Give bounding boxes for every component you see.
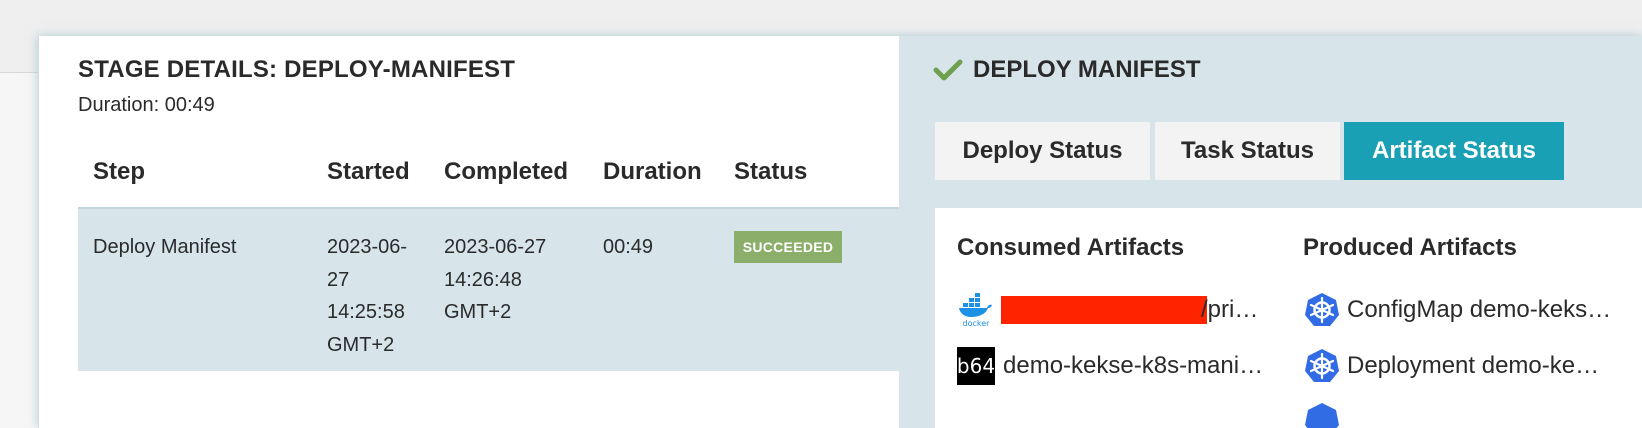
check-icon: [933, 59, 963, 81]
stage-duration: Duration: 00:49: [78, 94, 215, 116]
tab-artifact-status[interactable]: Artifact Status: [1344, 122, 1564, 180]
produced-artifacts-header: Produced Artifacts: [1303, 234, 1517, 261]
svg-text:docker: docker: [963, 319, 991, 327]
column-header-started: Started: [327, 158, 410, 185]
step-duration: 00:49: [603, 236, 654, 258]
consumed-artifacts-header: Consumed Artifacts: [957, 234, 1185, 261]
produced-artifact-item[interactable]: Deployment demo-ke…: [1303, 346, 1642, 386]
started-line: 14:25:58: [327, 301, 405, 323]
b64-icon: b64: [957, 347, 995, 385]
redacted-block: [1001, 296, 1207, 324]
consumed-artifact-name: /pri…: [1201, 296, 1259, 323]
status-badge: SUCCEEDED: [734, 231, 842, 263]
consumed-artifact-name: demo-kekse-k8s-mani…: [1003, 352, 1264, 379]
completed-time: 2023-06-27 14:26:48 GMT+2: [444, 231, 546, 329]
column-header-step: Step: [93, 158, 146, 185]
tab-task-status[interactable]: Task Status: [1155, 122, 1340, 180]
column-header-status: Status: [734, 158, 808, 185]
consumed-artifact-item[interactable]: docker /pri…: [957, 290, 1281, 330]
table-row[interactable]: Deploy Manifest 2023-06- 27 14:25:58 GMT…: [78, 207, 899, 371]
produced-artifact-name: Deployment demo-ke…: [1347, 352, 1600, 379]
stage-details-section: STAGE DETAILS: DEPLOY-MANIFEST Duration:…: [39, 36, 899, 428]
stage-title: STAGE DETAILS: DEPLOY-MANIFEST: [78, 56, 516, 83]
started-line: 27: [327, 268, 350, 291]
completed-line: GMT+2: [444, 301, 512, 323]
tab-deploy-status[interactable]: Deploy Status: [935, 122, 1150, 180]
consumed-artifact-item[interactable]: b64 demo-kekse-k8s-mani…: [957, 346, 1281, 386]
background-page: [0, 72, 40, 428]
deploy-manifest-panel: DEPLOY MANIFEST Deploy Status Task Statu…: [899, 36, 1642, 428]
docker-icon: docker: [957, 291, 995, 329]
started-time: 2023-06- 27 14:25:58 GMT+2: [327, 231, 407, 361]
produced-artifact-item[interactable]: ConfigMap demo-keks…: [1303, 290, 1642, 330]
started-line: GMT+2: [327, 333, 395, 356]
completed-line: 2023-06-27: [444, 236, 547, 258]
stage-details-modal: STAGE DETAILS: DEPLOY-MANIFEST Duration:…: [38, 36, 1642, 428]
column-header-duration: Duration: [603, 158, 702, 185]
completed-line: 14:26:48: [444, 268, 522, 291]
started-line: 2023-06-: [327, 236, 408, 258]
kubernetes-icon: [1303, 347, 1341, 385]
kubernetes-icon: [1303, 291, 1341, 329]
kubernetes-icon: [1303, 402, 1341, 428]
artifact-card: Consumed Artifacts Produced Artifacts do…: [935, 208, 1642, 428]
column-header-completed: Completed: [444, 158, 569, 185]
panel-title: DEPLOY MANIFEST: [973, 56, 1201, 83]
produced-artifact-item-partial[interactable]: [1303, 402, 1642, 428]
step-name: Deploy Manifest: [93, 236, 237, 258]
produced-artifact-name: ConfigMap demo-keks…: [1347, 296, 1612, 323]
